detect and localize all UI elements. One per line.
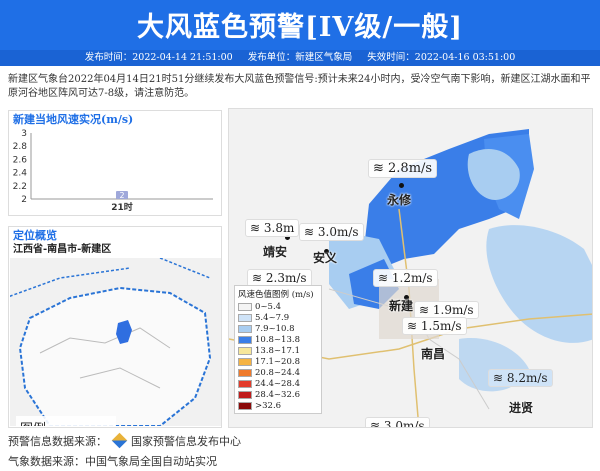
footer-alert-source: 预警信息数据来源： 国家预警信息发布中心 bbox=[8, 432, 241, 449]
location-path: 江西省-南昌市-新建区 bbox=[13, 244, 112, 255]
wind-legend-item: 7.9~10.8 bbox=[238, 323, 318, 334]
location-panel: 定位概览 江西省-南昌市-新建区 图例 国界 省界 bbox=[8, 226, 222, 428]
wind-legend-item: 13.8~17.1 bbox=[238, 345, 318, 356]
wind-legend-swatch bbox=[238, 379, 252, 388]
x-tick-label: 21时 bbox=[111, 201, 133, 213]
alert-title: 大风蓝色预警[IV级/一般] bbox=[137, 12, 463, 43]
wind-legend-item: 28.4~32.6 bbox=[238, 389, 318, 400]
wind-label-jingan: ≋ 3.8m bbox=[245, 219, 300, 237]
wind-legend-item: 10.8~13.8 bbox=[238, 334, 318, 345]
wind-legend-item: 0~5.4 bbox=[238, 301, 318, 312]
city-jingan: 靖安 bbox=[263, 245, 288, 259]
wind-legend-swatch bbox=[238, 302, 252, 311]
footer-weather-source: 气象数据来源：中国气象局全国自动站实况 bbox=[8, 455, 217, 468]
wind-legend-range: 10.8~13.8 bbox=[255, 334, 300, 345]
wind-legend-swatch bbox=[238, 313, 252, 322]
wind-legend-swatch bbox=[238, 346, 252, 355]
alert-header: 大风蓝色预警[IV级/一般] 发布时间：2022-04-14 21:51:00 … bbox=[0, 0, 600, 66]
wind-legend-range: 5.4~7.9 bbox=[255, 312, 290, 323]
publish-unit: 发布单位：新建区气象局 bbox=[247, 52, 353, 63]
wind-legend-range: >32.6 bbox=[255, 400, 282, 411]
y-tick-label: 2 bbox=[21, 195, 27, 205]
wind-legend-item: 5.4~7.9 bbox=[238, 312, 318, 323]
source-logo-icon bbox=[111, 432, 127, 449]
city-dot-yongxiu bbox=[399, 183, 404, 188]
wind-label-yongxiu: ≋ 2.8m/s bbox=[368, 159, 438, 178]
province-map bbox=[10, 258, 221, 426]
alert-description: 新建区气象台2022年04月14日21时51分继续发布大风蓝色预警信号:预计未来… bbox=[8, 74, 591, 99]
location-title: 定位概览 bbox=[13, 229, 57, 242]
city-anyi: 安义 bbox=[313, 251, 338, 265]
bar-value-label: 2 bbox=[119, 191, 124, 200]
wind-label-c2: ≋ 1.5m/s bbox=[402, 317, 467, 335]
y-tick-label: 2.6 bbox=[13, 155, 28, 165]
wind-legend-item: 17.1~20.8 bbox=[238, 356, 318, 367]
wind-speed-chart: 22.22.42.62.83221时 bbox=[13, 129, 213, 213]
city-xinjian: 新建 bbox=[389, 299, 414, 313]
wind-label-jinxian: ≋ 8.2m/s bbox=[488, 369, 553, 387]
expire-time: 失效时间：2022-04-16 03:51:00 bbox=[367, 52, 516, 63]
wind-legend-range: 13.8~17.1 bbox=[255, 345, 300, 356]
wind-legend-range: 0~5.4 bbox=[255, 301, 282, 312]
y-tick-label: 2.4 bbox=[13, 169, 28, 179]
wind-legend-range: 20.8~24.4 bbox=[255, 367, 300, 378]
wind-legend-range: 28.4~32.6 bbox=[255, 389, 300, 400]
y-tick-label: 3 bbox=[21, 129, 27, 139]
y-tick-label: 2.8 bbox=[13, 142, 28, 152]
y-tick-label: 2.2 bbox=[13, 182, 27, 192]
wind-label-c1: ≋ 1.2m/s bbox=[373, 269, 438, 287]
alert-meta: 发布时间：2022-04-14 21:51:00 发布单位：新建区气象局 失效时… bbox=[0, 50, 600, 66]
legend-title: 图例 bbox=[16, 416, 116, 426]
wind-legend-item: 20.8~24.4 bbox=[238, 367, 318, 378]
wind-panel-title: 新建当地风速实况(m/s) bbox=[13, 113, 134, 126]
wind-legend-swatch bbox=[238, 357, 252, 366]
location-legend: 图例 国界 省界 bbox=[16, 416, 116, 426]
wind-color-legend: 风速色值图例 (m/s) 0~5.4 5.4~7.9 7.9~10.8 10.8~13… bbox=[234, 285, 322, 414]
wind-legend-swatch bbox=[238, 335, 252, 344]
wind-legend-item: 24.4~28.4 bbox=[238, 378, 318, 389]
wind-legend-range: 7.9~10.8 bbox=[255, 323, 295, 334]
wind-label-anyi: ≋ 3.0m/s bbox=[299, 223, 364, 241]
publish-time: 发布时间：2022-04-14 21:51:00 bbox=[84, 52, 233, 63]
wind-legend-swatch bbox=[238, 401, 252, 410]
wind-legend-item: >32.6 bbox=[238, 400, 318, 411]
wind-speed-panel: 新建当地风速实况(m/s) 2 2.2 2.4 2.6 2.8 3 2 21时 bbox=[8, 110, 222, 216]
wind-legend-title: 风速色值图例 (m/s) bbox=[238, 290, 314, 300]
wind-legend-swatch bbox=[238, 324, 252, 333]
wind-legend-range: 24.4~28.4 bbox=[255, 378, 300, 389]
wind-map[interactable]: 永修 靖安 安义 新建 南昌 进贤 ≋ 2.8m/s ≋ 3.8m ≋ 3.0m… bbox=[228, 108, 593, 428]
location-map[interactable]: 图例 国界 省界 bbox=[10, 258, 221, 426]
wind-label-bottom: ≋ 3.0m/s bbox=[365, 417, 430, 427]
city-jinxian: 进贤 bbox=[509, 401, 534, 415]
wind-legend-range: 17.1~20.8 bbox=[255, 356, 300, 367]
city-yongxiu: 永修 bbox=[387, 193, 412, 207]
wind-legend-swatch bbox=[238, 368, 252, 377]
city-nanchang: 南昌 bbox=[421, 347, 446, 361]
wind-legend-swatch bbox=[238, 390, 252, 399]
